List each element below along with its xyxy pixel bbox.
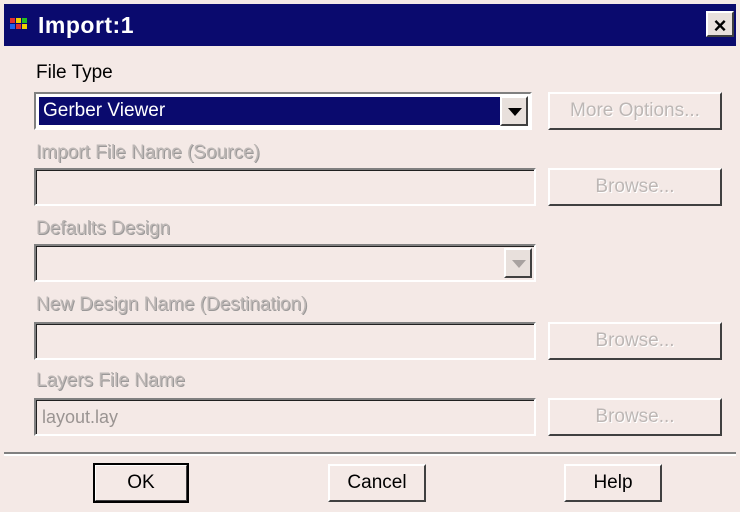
- file-type-select[interactable]: Gerber Viewer: [34, 92, 532, 130]
- ok-button[interactable]: OK: [93, 463, 189, 503]
- file-type-value: Gerber Viewer: [39, 97, 505, 125]
- layers-file-label: Layers File Name: [36, 370, 185, 391]
- layers-browse-button[interactable]: Browse...: [548, 398, 722, 436]
- chevron-down-icon: [512, 260, 526, 268]
- import-file-input[interactable]: [34, 168, 536, 206]
- new-design-input[interactable]: [34, 322, 536, 360]
- title-bar[interactable]: Import:1 ×: [4, 4, 736, 46]
- layers-file-input[interactable]: layout.lay: [34, 398, 536, 436]
- defaults-design-label: Defaults Design: [36, 218, 171, 239]
- file-type-label: File Type: [36, 62, 113, 83]
- more-options-button[interactable]: More Options...: [548, 92, 722, 130]
- app-icon: [10, 18, 32, 32]
- defaults-design-select[interactable]: [34, 244, 536, 282]
- divider: [4, 452, 736, 456]
- defaults-design-dropdown-button[interactable]: [504, 248, 532, 278]
- import-browse-button[interactable]: Browse...: [548, 168, 722, 206]
- file-type-dropdown-button[interactable]: [500, 96, 528, 126]
- close-button[interactable]: ×: [706, 11, 734, 38]
- new-design-label: New Design Name (Destination): [36, 294, 308, 315]
- chevron-down-icon: [508, 108, 522, 116]
- window-title: Import:1: [38, 12, 134, 38]
- new-design-browse-button[interactable]: Browse...: [548, 322, 722, 360]
- close-icon: ×: [713, 13, 727, 38]
- import-dialog: Import:1 × File Type Gerber Viewer More …: [0, 0, 740, 512]
- help-button[interactable]: Help: [564, 464, 662, 502]
- cancel-button[interactable]: Cancel: [328, 464, 426, 502]
- layers-file-value: layout.lay: [42, 407, 119, 427]
- import-file-label: Import File Name (Source): [36, 142, 260, 163]
